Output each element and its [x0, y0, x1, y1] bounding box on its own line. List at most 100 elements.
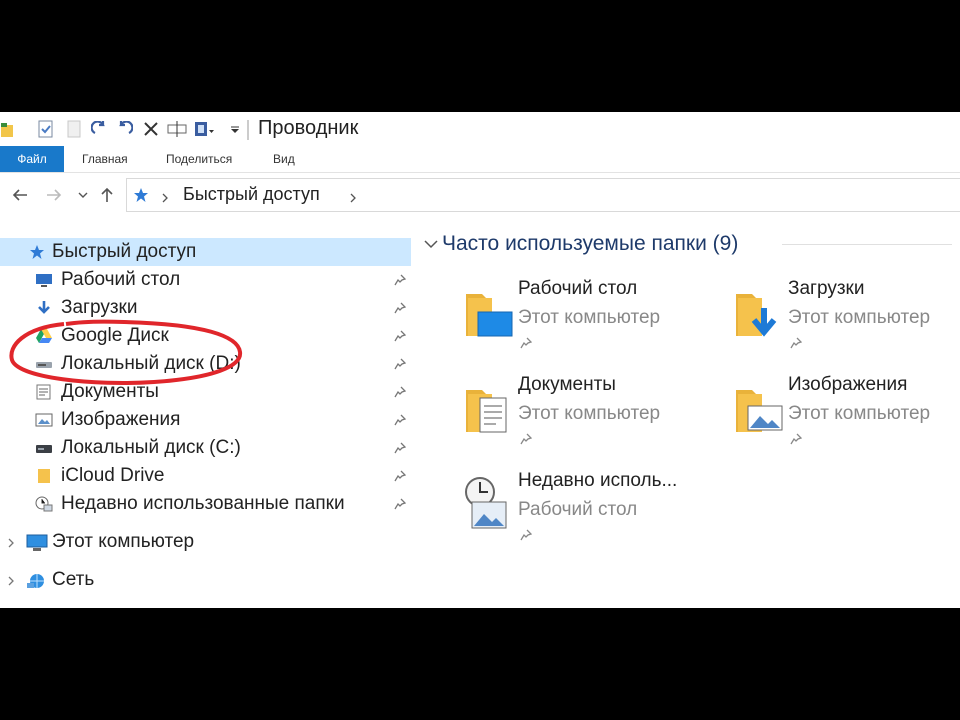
undo-icon[interactable] — [114, 120, 134, 138]
tile-name: Загрузки — [788, 278, 865, 299]
tile-name: Изображения — [788, 374, 908, 395]
sidebar-item-label: Google Диск — [61, 325, 169, 346]
tab-file[interactable]: Файл — [0, 146, 64, 172]
google-drive-icon — [35, 328, 53, 344]
sidebar-item-this-pc[interactable]: Этот компьютер — [0, 528, 412, 556]
pin-icon — [520, 336, 533, 349]
pin-icon[interactable] — [394, 413, 407, 426]
rename-icon[interactable] — [166, 120, 188, 138]
redo-icon[interactable] — [90, 120, 110, 138]
frequent-folders-header[interactable]: Часто используемые папки (9) — [442, 232, 738, 256]
tile-downloads[interactable]: Загрузки Этот компьютер — [732, 278, 960, 366]
pin-icon[interactable] — [394, 385, 407, 398]
group-collapse-chevron-icon[interactable] — [424, 236, 438, 249]
network-icon — [26, 572, 44, 588]
sidebar-item-local-disk-d[interactable]: Локальный диск (D:) — [0, 350, 412, 378]
tile-location: Рабочий стол — [518, 499, 638, 520]
sidebar-item-label: Документы — [61, 381, 159, 402]
breadcrumb-chevron-icon[interactable] — [349, 190, 357, 208]
tab-view[interactable]: Вид — [273, 146, 295, 172]
content-pane: Часто используемые папки (9) Рабочий сто… — [412, 224, 960, 608]
pin-icon[interactable] — [394, 441, 407, 454]
sidebar-item-documents[interactable]: Документы — [0, 378, 412, 406]
recent-folder-icon — [462, 472, 518, 536]
documents-icon — [35, 384, 53, 400]
breadcrumb-separator-icon[interactable] — [161, 190, 169, 208]
computer-icon — [26, 534, 48, 551]
pin-icon[interactable] — [394, 497, 407, 510]
sidebar-item-local-disk-c[interactable]: Локальный диск (C:) — [0, 434, 412, 462]
pin-icon[interactable] — [394, 357, 407, 370]
tile-name: Документы — [518, 374, 616, 395]
sidebar-item-recent-folders[interactable]: Недавно использованные папки — [0, 490, 412, 518]
back-arrow-icon[interactable] — [12, 186, 28, 204]
tile-location: Этот компьютер — [788, 307, 931, 328]
quick-access-star-icon — [29, 244, 47, 260]
sidebar-item-label: Загрузки — [61, 297, 138, 318]
drive-icon — [35, 440, 53, 456]
sidebar-item-google-drive[interactable]: Google Диск — [0, 322, 412, 350]
delete-icon[interactable] — [142, 120, 160, 138]
tile-name: Рабочий стол — [518, 278, 638, 299]
pin-icon — [520, 528, 533, 541]
group-divider — [782, 244, 952, 245]
recent-locations-chevron-icon[interactable] — [78, 186, 88, 204]
pin-icon[interactable] — [394, 329, 407, 342]
ribbon-tabs: Файл Главная Поделиться Вид — [0, 146, 960, 173]
quick-access-star-icon — [133, 187, 149, 208]
pin-icon[interactable] — [394, 469, 407, 482]
pin-icon[interactable] — [394, 273, 407, 286]
customize-toolbar-icon[interactable] — [228, 120, 242, 138]
tile-documents[interactable]: Документы Этот компьютер — [462, 374, 722, 462]
address-bar[interactable]: Быстрый доступ — [126, 178, 960, 212]
tab-home[interactable]: Главная — [82, 146, 128, 172]
download-icon — [35, 300, 53, 316]
tile-location: Этот компьютер — [518, 307, 661, 328]
tile-pictures[interactable]: Изображения Этот компьютер — [732, 374, 960, 462]
downloads-folder-icon — [732, 280, 788, 344]
pin-icon — [790, 432, 803, 445]
sidebar-item-label: Недавно использованные папки — [61, 493, 345, 514]
forward-arrow-icon[interactable] — [46, 186, 62, 204]
sidebar-item-quick-access[interactable]: Быстрый доступ — [0, 238, 411, 266]
properties-icon[interactable] — [38, 120, 54, 138]
sidebar-item-desktop[interactable]: Рабочий стол — [0, 266, 412, 294]
sidebar-item-icloud-drive[interactable]: iCloud Drive — [0, 462, 412, 490]
tile-recent-folders[interactable]: Недавно исполь... Рабочий стол — [462, 470, 722, 558]
desktop-folder-icon — [462, 280, 518, 344]
sidebar-item-network[interactable]: Сеть — [0, 566, 412, 594]
pin-icon — [520, 432, 533, 445]
tile-desktop[interactable]: Рабочий стол Этот компьютер — [462, 278, 722, 366]
sidebar-item-label: Локальный диск (D:) — [61, 353, 241, 374]
tile-location: Этот компьютер — [518, 403, 661, 424]
toolbar-divider — [247, 120, 249, 140]
pin-icon[interactable] — [394, 301, 407, 314]
sidebar-item-label: Рабочий стол — [61, 269, 181, 290]
sidebar-item-downloads[interactable]: Загрузки — [0, 294, 412, 322]
sidebar-item-label: Этот компьютер — [52, 531, 195, 552]
expand-chevron-icon[interactable] — [6, 536, 16, 548]
sidebar-item-label: iCloud Drive — [61, 465, 165, 486]
tile-name: Недавно исполь... — [518, 470, 678, 491]
tab-share[interactable]: Поделиться — [166, 146, 232, 172]
folder-icon — [35, 468, 53, 484]
pin-icon — [790, 336, 803, 349]
sidebar-item-label: Локальный диск (C:) — [61, 437, 241, 458]
window-title: Проводник — [258, 117, 359, 139]
sidebar-item-label: Изображения — [61, 409, 181, 430]
expand-chevron-icon[interactable] — [6, 574, 16, 586]
breadcrumb-quick-access[interactable]: Быстрый доступ — [183, 184, 320, 205]
tile-location: Этот компьютер — [788, 403, 931, 424]
properties-dropdown-icon[interactable] — [192, 120, 216, 138]
navigation-bar: Быстрый доступ — [0, 176, 960, 214]
sidebar-item-label: Быстрый доступ — [52, 241, 197, 262]
recent-icon — [35, 496, 53, 512]
pictures-icon — [35, 412, 53, 428]
new-folder-icon[interactable] — [66, 120, 82, 138]
explorer-window: Проводник Файл Главная Поделиться Вид Бы… — [0, 112, 960, 608]
up-arrow-icon[interactable] — [100, 186, 114, 204]
navigation-pane: Быстрый доступ Рабочий стол Загрузки Goo… — [0, 224, 412, 608]
documents-folder-icon — [462, 376, 518, 440]
sidebar-item-pictures[interactable]: Изображения — [0, 406, 412, 434]
sidebar-item-label: Сеть — [52, 569, 95, 590]
